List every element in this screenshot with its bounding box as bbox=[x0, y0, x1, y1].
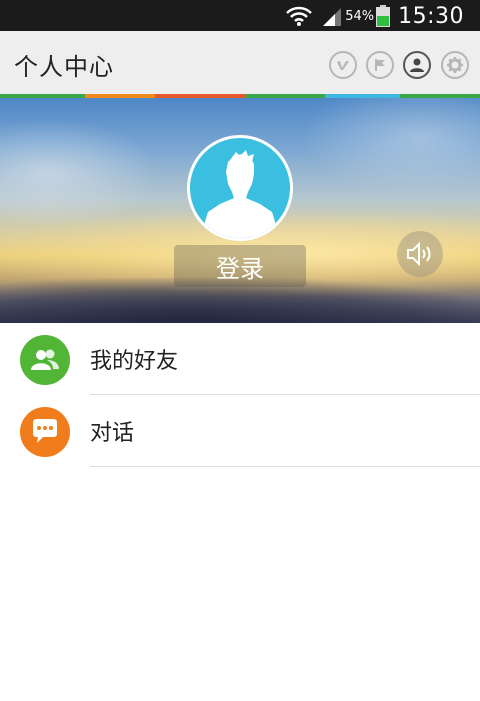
vimeo-button[interactable] bbox=[329, 51, 357, 79]
battery-icon bbox=[376, 5, 391, 27]
wifi-icon bbox=[286, 6, 313, 26]
list-item-label: 对话 bbox=[90, 421, 135, 446]
profile-banner: 登录 bbox=[0, 98, 480, 323]
divider bbox=[90, 466, 480, 467]
list-item-friends[interactable]: 我的好友 bbox=[0, 323, 480, 395]
signal-icon bbox=[323, 8, 342, 26]
flag-button[interactable] bbox=[366, 51, 394, 79]
profile-button[interactable] bbox=[403, 51, 431, 79]
login-button[interactable]: 登录 bbox=[174, 245, 306, 287]
friends-icon-badge bbox=[20, 335, 70, 385]
clock: 15:30 bbox=[398, 3, 464, 29]
battery-percent: 54% bbox=[345, 8, 375, 24]
page-title: 个人中心 bbox=[14, 53, 114, 81]
list-item-chat[interactable]: 对话 bbox=[0, 395, 480, 467]
title-bar: 个人中心 bbox=[0, 31, 480, 95]
list-item-label: 我的好友 bbox=[90, 349, 179, 374]
flag-icon bbox=[375, 59, 385, 71]
menu-list: 我的好友 对话 bbox=[0, 323, 480, 467]
user-icon bbox=[410, 58, 424, 72]
vimeo-icon bbox=[337, 61, 349, 70]
sound-button[interactable] bbox=[397, 231, 443, 277]
gear-icon bbox=[447, 57, 463, 73]
avatar[interactable] bbox=[187, 135, 293, 241]
chat-icon bbox=[33, 419, 57, 443]
chat-icon-badge bbox=[20, 407, 70, 457]
settings-button[interactable] bbox=[441, 51, 469, 79]
friends-icon bbox=[31, 349, 59, 370]
speaker-icon bbox=[407, 241, 431, 267]
default-avatar-icon bbox=[200, 150, 280, 238]
status-bar: 54% 15:30 bbox=[0, 0, 480, 31]
